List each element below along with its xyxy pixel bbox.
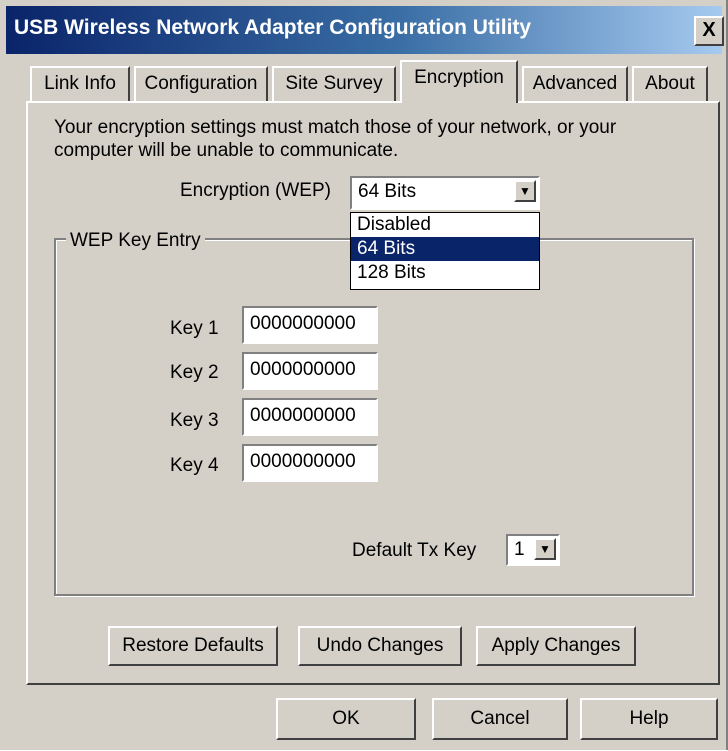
help-button[interactable]: Help [580, 698, 718, 740]
tab-configuration[interactable]: Configuration [134, 66, 268, 101]
option-64-bits[interactable]: 64 Bits [351, 237, 539, 261]
key-4-label: Key 4 [170, 455, 219, 476]
key-1-field[interactable]: 0000000000 [242, 306, 378, 344]
cancel-button[interactable]: Cancel [432, 698, 568, 740]
default-tx-key-select[interactable]: 1 ▼ [506, 534, 560, 566]
option-128-bits[interactable]: 128 Bits [351, 261, 539, 285]
dialog-window: USB Wireless Network Adapter Configurati… [0, 0, 728, 750]
default-tx-key-value: 1 [514, 539, 525, 560]
default-tx-key-label: Default Tx Key [352, 540, 477, 561]
key-3-label: Key 3 [170, 410, 219, 431]
wep-encryption-label: Encryption (WEP) [180, 180, 331, 201]
option-disabled[interactable]: Disabled [351, 213, 539, 237]
encryption-info-text: Your encryption settings must match thos… [54, 117, 617, 161]
close-icon: X [702, 19, 716, 41]
wep-encryption-value: 64 Bits [358, 181, 417, 202]
tab-encryption[interactable]: Encryption [400, 60, 518, 103]
undo-changes-button[interactable]: Undo Changes [298, 626, 462, 666]
key-4-field[interactable]: 0000000000 [242, 444, 378, 482]
key-1-label: Key 1 [170, 318, 219, 339]
title-bar[interactable]: USB Wireless Network Adapter Configurati… [6, 6, 724, 54]
window-title: USB Wireless Network Adapter Configurati… [14, 16, 532, 39]
ok-button[interactable]: OK [276, 698, 416, 740]
tab-about[interactable]: About [632, 66, 708, 101]
wep-encryption-dropdown-list: Disabled 64 Bits 128 Bits [350, 212, 540, 290]
apply-changes-button[interactable]: Apply Changes [476, 626, 636, 666]
key-2-label: Key 2 [170, 362, 219, 383]
restore-defaults-button[interactable]: Restore Defaults [108, 626, 278, 666]
key-3-field[interactable]: 0000000000 [242, 398, 378, 436]
chevron-down-icon[interactable]: ▼ [534, 538, 556, 560]
chevron-down-icon[interactable]: ▼ [514, 180, 536, 202]
wep-encryption-select[interactable]: 64 Bits ▼ [350, 176, 540, 210]
tab-link-info[interactable]: Link Info [30, 66, 130, 101]
tab-advanced[interactable]: Advanced [522, 66, 628, 101]
close-button[interactable]: X [694, 16, 724, 46]
tab-site-survey[interactable]: Site Survey [272, 66, 396, 101]
wep-key-entry-label: WEP Key Entry [66, 230, 205, 252]
key-2-field[interactable]: 0000000000 [242, 352, 378, 390]
